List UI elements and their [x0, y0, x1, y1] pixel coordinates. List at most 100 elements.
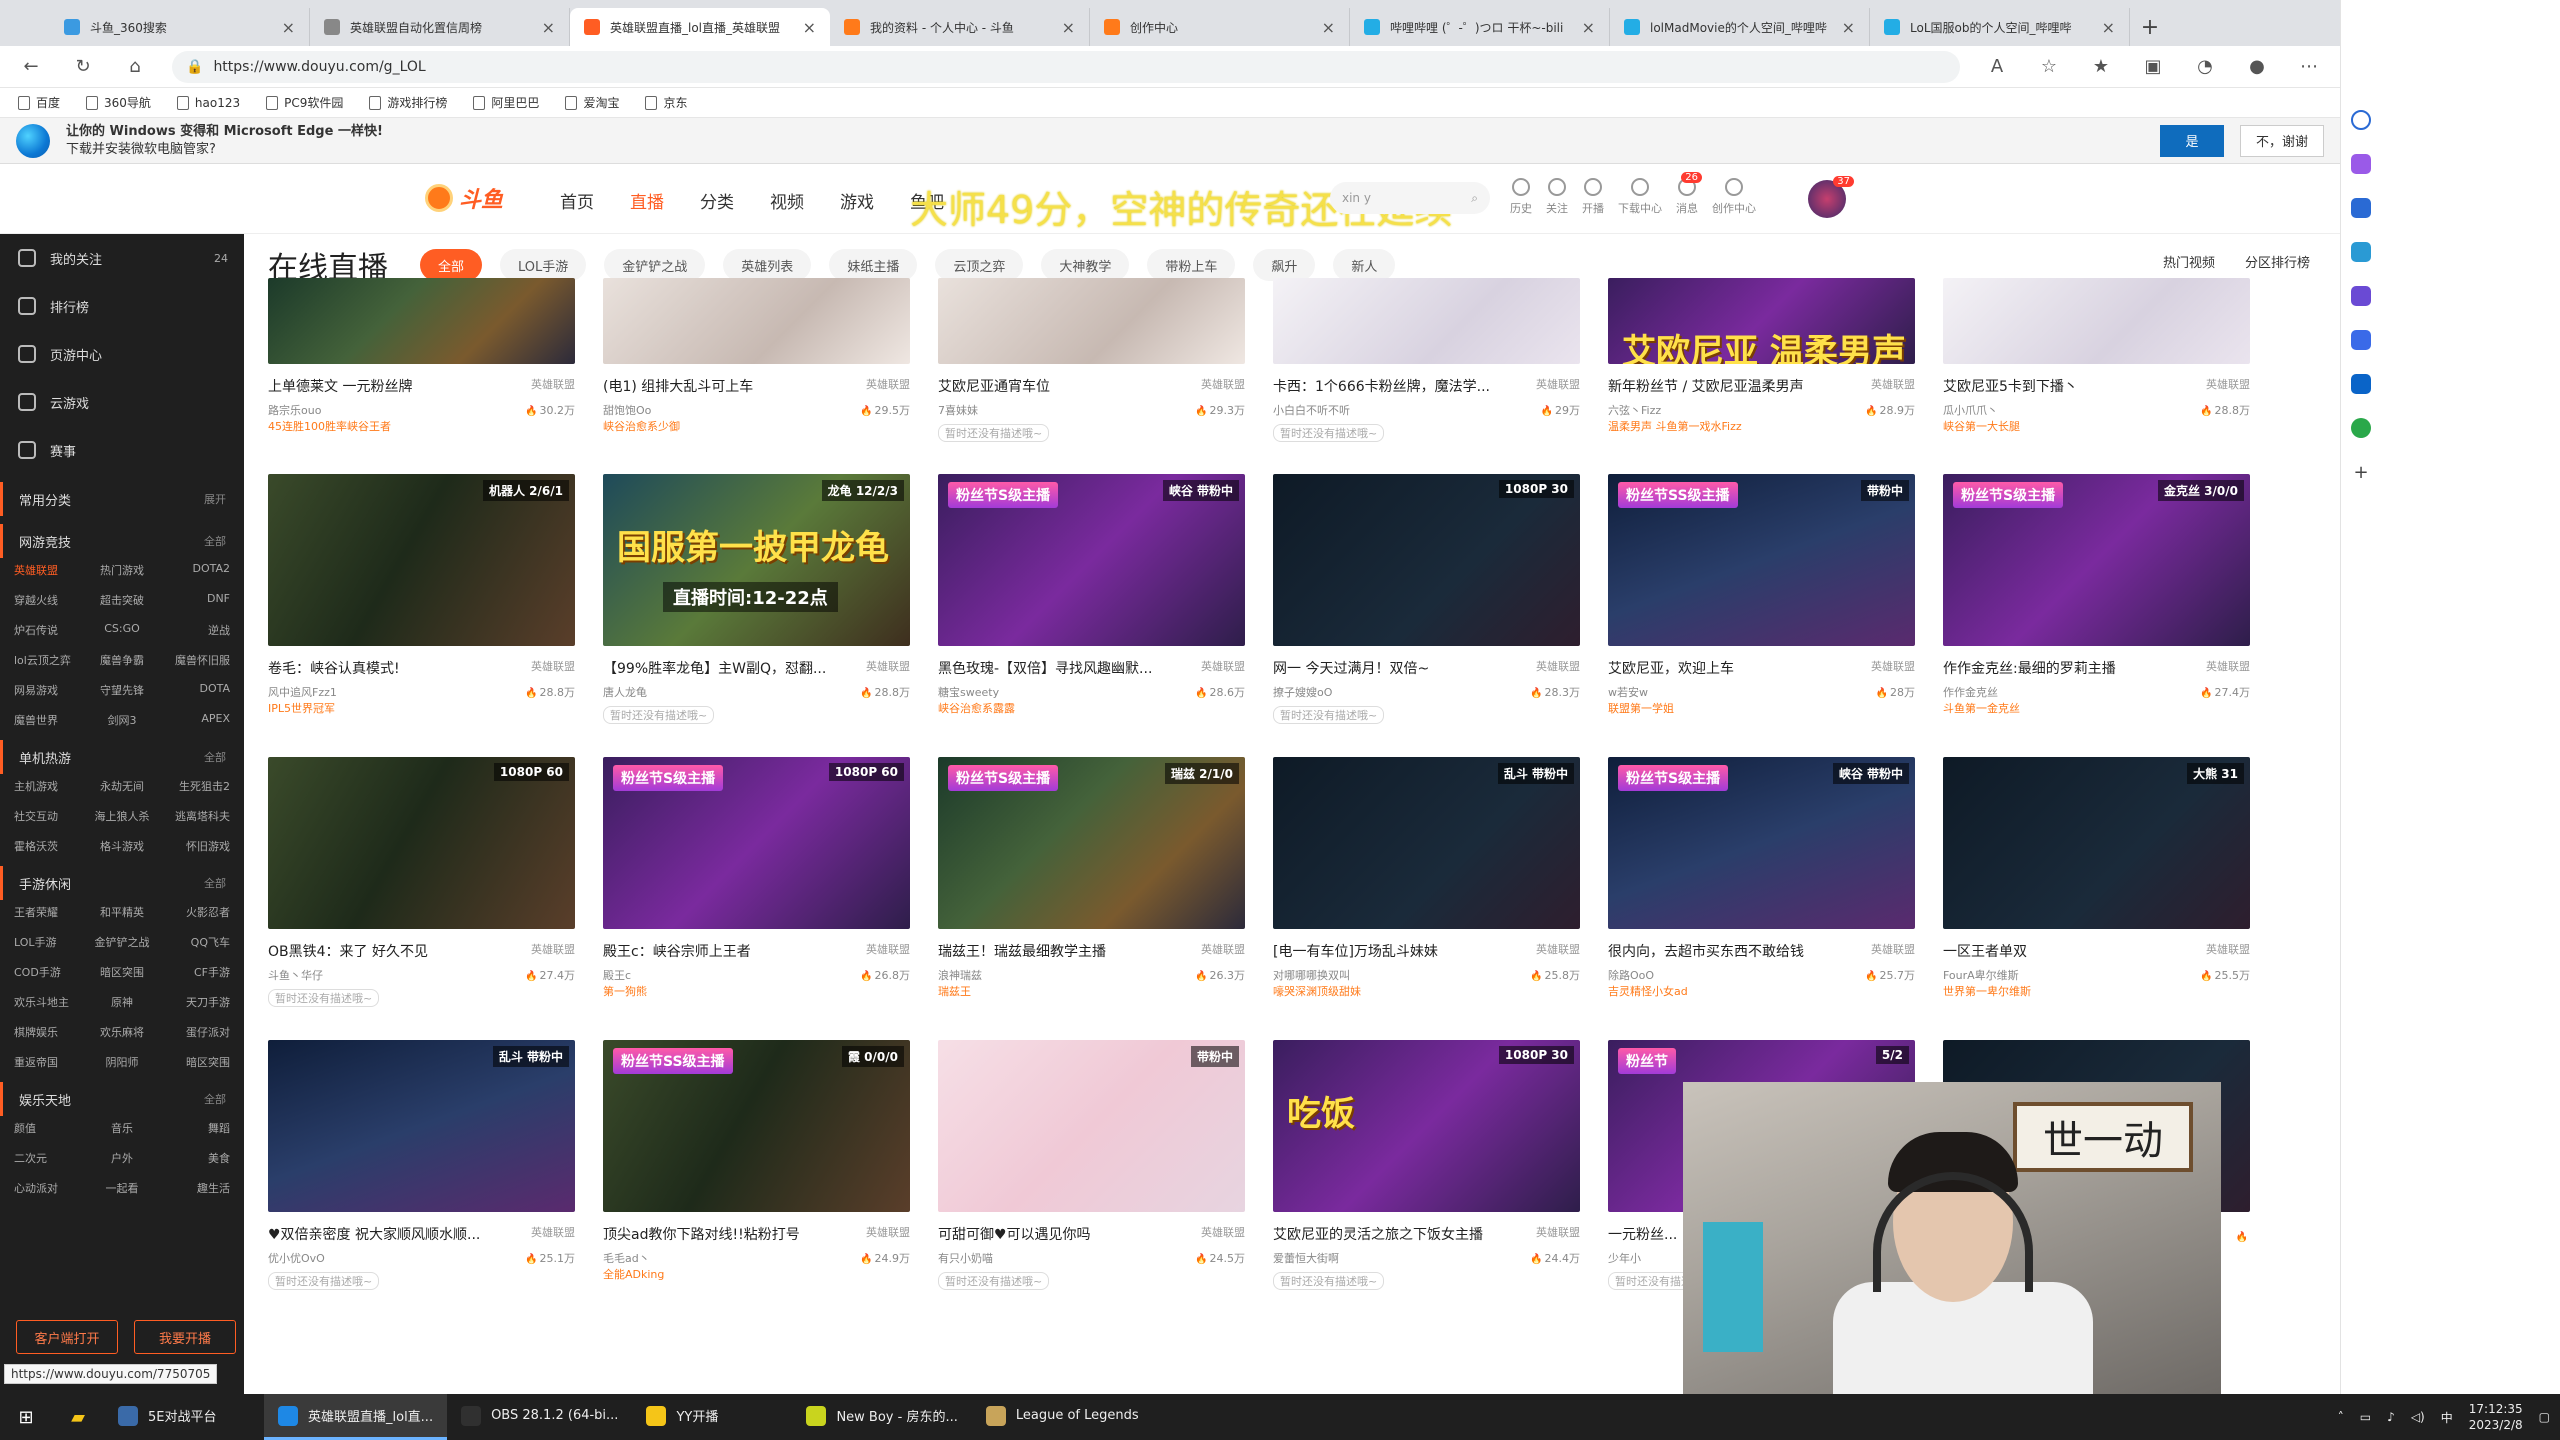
room-title[interactable]: 很内向，去超市买东西不敢给钱	[1608, 941, 1838, 961]
room-thumbnail[interactable]	[1943, 278, 2250, 364]
sidebar-category[interactable]: LOL手游	[14, 934, 86, 950]
anchor-name[interactable]: 撩子嫂嫂oO	[1273, 684, 1332, 700]
live-room-card[interactable]: 1080P 30 吃饭艾欧尼亚的灵活之旅之下饭女主播 英雄联盟 爱蕾恒大街啊 24.4…	[1273, 1040, 1580, 1323]
live-room-card[interactable]: 粉丝节SS级主播 带粉中艾欧尼亚，欢迎上车 英雄联盟 w若安w 28万 联盟第一学姐	[1608, 474, 1915, 757]
sidebar-category[interactable]: 火影忍者	[158, 904, 230, 920]
room-thumbnail[interactable]	[938, 278, 1245, 364]
anchor-name[interactable]: 风中追风Fzz1	[268, 684, 337, 700]
room-thumbnail[interactable]: 1080P 60	[268, 757, 575, 929]
room-title[interactable]: 【99%胜率龙龟】主W副Q，怼翻...	[603, 658, 833, 678]
notification-icon[interactable]: ◔	[2190, 52, 2220, 82]
room-category[interactable]: 英雄联盟	[1871, 658, 1915, 678]
room-title[interactable]: (电1) 组排大乱斗可上车	[603, 376, 833, 396]
ime-indicator[interactable]: 中	[2441, 1409, 2453, 1426]
room-category[interactable]: 英雄联盟	[1536, 941, 1580, 961]
room-category[interactable]: 英雄联盟	[866, 1224, 910, 1244]
browser-tab[interactable]: 斗鱼_360搜索 ×	[50, 8, 310, 46]
anchor-name[interactable]: 有只小奶喵	[938, 1250, 993, 1266]
sidebar-category[interactable]: 棋牌娱乐	[14, 1024, 86, 1040]
filter-chip[interactable]: 飙升	[1253, 249, 1316, 281]
section-all-link[interactable]: 全部	[204, 875, 226, 891]
sidebar-category[interactable]: QQ飞车	[158, 934, 230, 950]
live-room-card[interactable]: 艾欧尼亚 温柔男声新年粉丝节 / 艾欧尼亚温柔男声 英雄联盟 六弦丶Fizz 28.…	[1608, 278, 1915, 474]
room-category[interactable]: 英雄联盟	[1536, 1224, 1580, 1244]
room-thumbnail[interactable]: 龙龟 12/2/3 国服第一披甲龙龟 直播时间:12-22点	[603, 474, 910, 646]
sidebar-category[interactable]: 美食	[158, 1150, 230, 1166]
room-category[interactable]: 英雄联盟	[2206, 941, 2250, 961]
sidebar-category[interactable]: 趣生活	[158, 1180, 230, 1196]
tree-icon[interactable]	[2351, 418, 2371, 438]
sidebar-category[interactable]: 海上狼人杀	[86, 808, 158, 824]
browser-tab[interactable]: 我的资料 - 个人中心 - 斗鱼 ×	[830, 8, 1090, 46]
room-title[interactable]: 一区王者单双	[1943, 941, 2173, 961]
live-room-card[interactable]: 粉丝节S级主播 峡谷 带粉中 黑色玫瑰-【双倍】寻找风趣幽默... 英雄联盟 糖宝sw…	[938, 474, 1245, 757]
live-room-card[interactable]: 卡西：1个666卡粉丝牌，魔法学... 英雄联盟 小白白不听不听 29万 暂时还没有…	[1273, 278, 1580, 474]
sidebar-item[interactable]: 云游戏	[0, 378, 244, 426]
douyu-search-input[interactable]: xin y ⌕	[1330, 182, 1490, 214]
room-title[interactable]: 作作金克丝:最细的罗莉主播	[1943, 658, 2173, 678]
room-category[interactable]: 英雄联盟	[866, 376, 910, 396]
room-title[interactable]: 卡西：1个666卡粉丝牌，魔法学...	[1273, 376, 1503, 396]
new-tab-icon[interactable]: +	[2130, 8, 2170, 46]
tab-close-icon[interactable]: ×	[1582, 18, 1595, 37]
outlook-icon[interactable]	[2351, 374, 2371, 394]
browser-tab[interactable]: lolMadMovie的个人空间_哔哩哔 ×	[1610, 8, 1870, 46]
sidebar-category[interactable]: 二次元	[14, 1150, 86, 1166]
header-tool[interactable]: 开播	[1582, 178, 1604, 216]
live-room-card[interactable]: 粉丝节S级主播 金克丝 3/0/0 作作金克丝:最细的罗莉主播 英雄联盟 作作金克丝 2…	[1943, 474, 2250, 757]
filter-chip[interactable]: 云顶之弈	[935, 249, 1024, 281]
sidebar-item[interactable]: 赛事	[0, 426, 244, 474]
room-thumbnail[interactable]	[603, 278, 910, 364]
live-room-card[interactable]: 1080P 30 网一 今天过满月！双倍~ 英雄联盟 撩子嫂嫂oO 28.3万 暂时还…	[1273, 474, 1580, 757]
sidebar-category[interactable]: DNF	[158, 592, 230, 608]
tab-close-icon[interactable]: ×	[803, 18, 816, 37]
room-thumbnail[interactable]: 粉丝节SS级主播 带粉中	[1608, 474, 1915, 646]
live-room-card[interactable]: 大熊 31 一区王者单双 英雄联盟 FourA卑尔维斯 25.5万 世界第一卑尔维斯	[1943, 757, 2250, 1040]
sidebar-category[interactable]: 生死狙击2	[158, 778, 230, 794]
sidebar-category[interactable]: 魔兽争霸	[86, 652, 158, 668]
search-icon[interactable]	[2351, 110, 2371, 130]
sidebar-category[interactable]: CF手游	[158, 964, 230, 980]
room-category[interactable]: 英雄联盟	[531, 941, 575, 961]
anchor-name[interactable]: 殿王c	[603, 967, 631, 983]
sidebar-category[interactable]: APEX	[158, 712, 230, 728]
room-thumbnail[interactable]: 粉丝节S级主播 金克丝 3/0/0	[1943, 474, 2250, 646]
filter-chip[interactable]: 带粉上车	[1147, 249, 1236, 281]
filter-right-link[interactable]: 分区排行榜	[2245, 252, 2310, 271]
anchor-name[interactable]: 优小优OvO	[268, 1250, 325, 1266]
room-thumbnail[interactable]: 粉丝节S级主播 峡谷 带粉中	[1608, 757, 1915, 929]
games-icon[interactable]	[2351, 286, 2371, 306]
filter-right-link[interactable]: 热门视频	[2163, 252, 2215, 271]
room-thumbnail[interactable]: 带粉中	[938, 1040, 1245, 1212]
bookmark-item[interactable]: 京东	[645, 94, 687, 111]
sidebar-category[interactable]: 天刀手游	[158, 994, 230, 1010]
anchor-name[interactable]: 斗鱼丶华仔	[268, 967, 323, 983]
search-icon[interactable]: ⌕	[1471, 191, 1478, 206]
sidebar-category[interactable]: 炉石传说	[14, 622, 86, 638]
room-title[interactable]: 新年粉丝节 / 艾欧尼亚温柔男声	[1608, 376, 1838, 396]
favorite-star-icon[interactable]: ☆	[2034, 52, 2064, 82]
nav-item[interactable]: 直播	[630, 188, 664, 213]
sidebar-category[interactable]: 暗区突围	[86, 964, 158, 980]
taskbar-app[interactable]: League of Legends	[972, 1394, 1153, 1440]
room-category[interactable]: 英雄联盟	[531, 658, 575, 678]
sidebar-category[interactable]: 逆战	[158, 622, 230, 638]
filter-chip[interactable]: LOL手游	[500, 249, 587, 281]
filter-chip[interactable]: 全部	[420, 249, 483, 281]
room-category[interactable]: 英雄联盟	[1871, 941, 1915, 961]
room-category[interactable]: 英雄联盟	[866, 658, 910, 678]
sidebar-category[interactable]: 社交互动	[14, 808, 86, 824]
more-icon[interactable]: ⋯	[2294, 52, 2324, 82]
header-tool[interactable]: 消息 26	[1676, 172, 1702, 216]
section-all-link[interactable]: 全部	[204, 749, 226, 765]
toolbox-icon[interactable]	[2351, 242, 2371, 262]
room-thumbnail[interactable]: 粉丝节S级主播 1080P 60	[603, 757, 910, 929]
sidebar-item[interactable]: 页游中心	[0, 330, 244, 378]
room-title[interactable]: ♥双倍亲密度 祝大家顺风顺水顺...	[268, 1224, 498, 1244]
room-title[interactable]: 黑色玫瑰-【双倍】寻找风趣幽默...	[938, 658, 1168, 678]
read-aloud-icon[interactable]: A	[1982, 52, 2012, 82]
nav-item[interactable]: 分类	[700, 188, 734, 213]
taskbar-app[interactable]: New Boy - 房东的...	[792, 1394, 971, 1440]
sidebar-category[interactable]: 魔兽怀旧服	[158, 652, 230, 668]
room-thumbnail[interactable]	[268, 278, 575, 364]
